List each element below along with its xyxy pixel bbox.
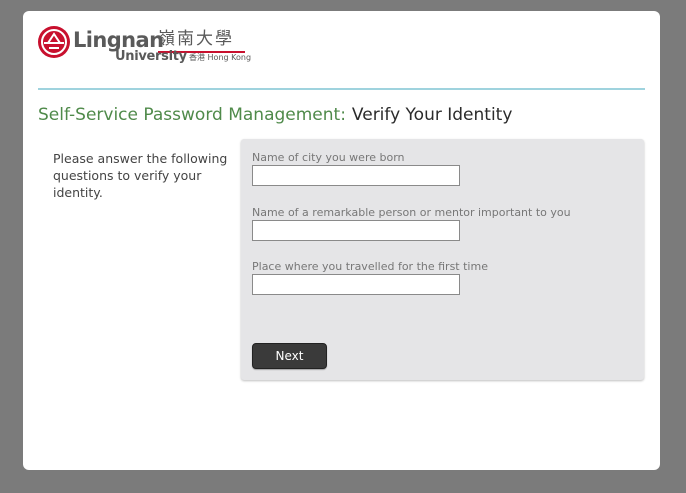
- logo-university: University: [115, 49, 187, 64]
- lingnan-emblem-icon: [38, 26, 70, 58]
- security-questions-panel: Name of city you were born Name of a rem…: [241, 139, 644, 380]
- question-label-travel: Place where you travelled for the first …: [252, 260, 488, 273]
- main-card: Lingnan 嶺南大學 University 香港 Hong Kong Sel…: [23, 11, 660, 470]
- header-divider: [38, 88, 645, 90]
- page-title-prefix: Self-Service Password Management:: [38, 105, 346, 125]
- answer-input-city[interactable]: [252, 165, 460, 186]
- logo-location: 香港 Hong Kong: [189, 53, 252, 62]
- question-label-city: Name of city you were born: [252, 151, 405, 164]
- next-button[interactable]: Next: [252, 343, 327, 369]
- page-title-main: Verify Your Identity: [351, 105, 513, 125]
- instructions-text: Please answer the following questions to…: [53, 151, 228, 200]
- answer-input-travel[interactable]: [252, 274, 460, 295]
- answer-input-mentor[interactable]: [252, 220, 460, 241]
- logo-name-cn: 嶺南大學: [158, 29, 234, 49]
- page-title: Self-Service Password Management: Verify …: [38, 104, 512, 126]
- lingnan-logo: Lingnan 嶺南大學 University 香港 Hong Kong: [37, 25, 267, 67]
- question-label-mentor: Name of a remarkable person or mentor im…: [252, 206, 571, 219]
